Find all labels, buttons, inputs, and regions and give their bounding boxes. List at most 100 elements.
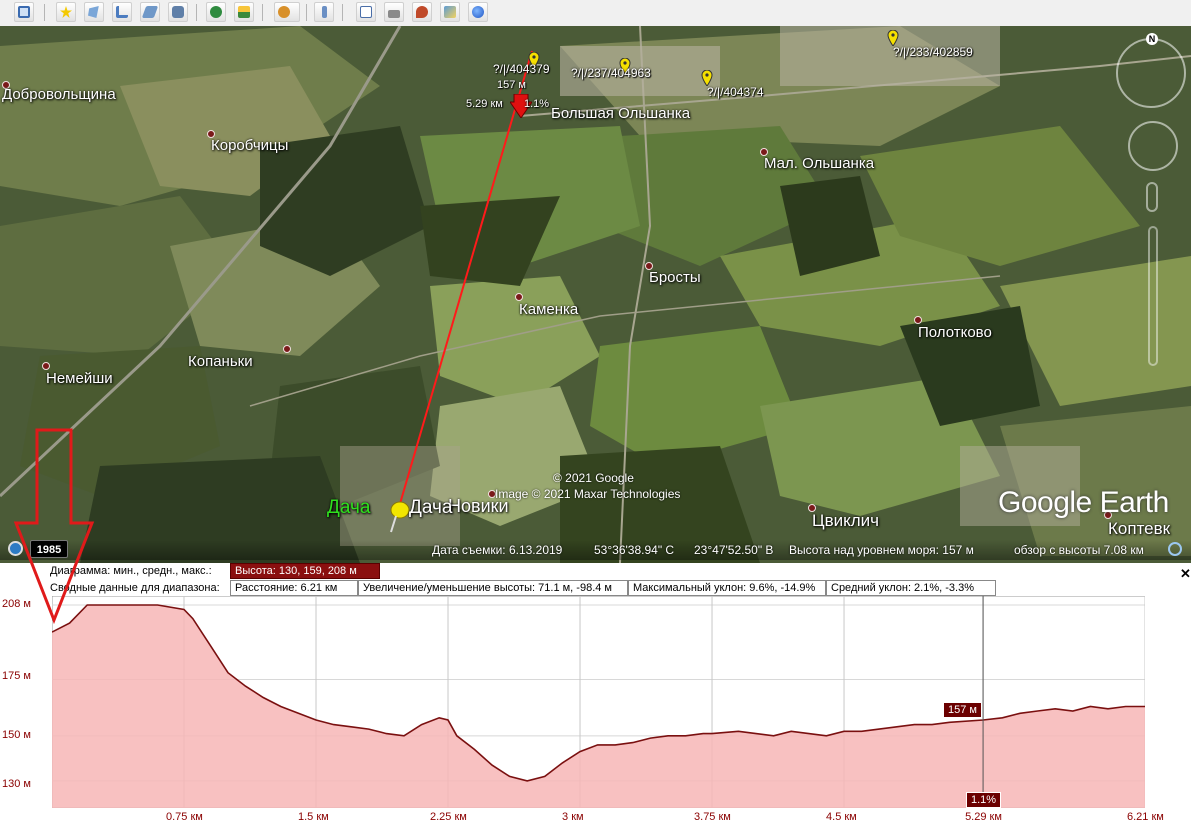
place-label-brosty[interactable]: Бросты [649, 269, 701, 286]
sunlight-button[interactable] [234, 2, 254, 22]
x-tick-label: 3 км [562, 811, 584, 823]
copyright-imagery: Image © 2021 Maxar Technologies [495, 487, 681, 501]
move-joystick[interactable] [1128, 121, 1178, 171]
ruler-icon [322, 6, 327, 18]
place-label-kamenka[interactable]: Каменка [519, 301, 578, 318]
pin-label[interactable]: ?/|/404374 [707, 85, 764, 99]
polygon-icon [88, 6, 99, 18]
latitude: 53°36'38.94" С [594, 543, 675, 557]
place-label-korobchitsy[interactable]: Коробчицы [211, 137, 288, 154]
street-view-pegman-icon[interactable] [1146, 182, 1158, 212]
x-tick-label: 6.21 км [1127, 811, 1164, 823]
pin-label[interactable]: ?/|/237/404963 [571, 66, 651, 80]
y-tick-label: 208 м [2, 598, 31, 610]
pin-label[interactable]: ?/|/233/402859 [893, 45, 973, 59]
altitude: Высота над уровнем моря: 157 м [789, 543, 974, 557]
x-tick-label: 0.75 км [166, 811, 203, 823]
view-in-maps-button[interactable] [412, 2, 432, 22]
record-tour-button[interactable] [168, 2, 188, 22]
place-dot[interactable] [283, 345, 291, 353]
eye-altitude: обзор с высоты 7.08 км [1014, 543, 1144, 557]
y-tick-label: 130 м [2, 778, 31, 790]
dacha-label[interactable]: Дача [409, 497, 452, 519]
max-slope-stat[interactable]: Максимальный уклон: 9.6%, -14.9% [628, 580, 826, 596]
dacha-label-green[interactable]: Дача [327, 497, 370, 519]
map-viewport[interactable]: Добровольщина Коробчицы Большая Ольшанка… [0, 26, 1191, 563]
print-button[interactable] [384, 2, 404, 22]
globe-icon [472, 6, 484, 18]
place-label-koptevka[interactable]: Коптевк [1108, 519, 1170, 539]
toolbar-divider [44, 4, 45, 21]
add-polygon-button[interactable] [84, 2, 104, 22]
place-label-dobrovolshchina[interactable]: Добровольщина [2, 86, 116, 103]
historical-clock-icon[interactable] [8, 541, 23, 556]
place-label-nemeishi[interactable]: Немейши [46, 370, 113, 387]
image-icon [444, 6, 456, 18]
look-joystick[interactable] [1116, 38, 1186, 108]
add-path-button[interactable] [112, 2, 132, 22]
sun-icon [238, 6, 250, 18]
place-dot[interactable] [42, 362, 50, 370]
place-label-kopanki[interactable]: Копаньки [188, 353, 253, 370]
imagery-date: Дата съемки: 6.13.2019 [432, 543, 563, 557]
printer-icon [388, 10, 400, 18]
cursor-value-tag: 157 м [943, 702, 982, 718]
image-overlay-icon [141, 6, 159, 18]
y-tick-label: 150 м [2, 729, 31, 741]
place-dot[interactable] [515, 293, 523, 301]
cursor-distance-label: 5.29 км [466, 98, 503, 110]
clock-icon [210, 6, 222, 18]
planet-icon [278, 6, 290, 18]
email-button[interactable] [356, 2, 376, 22]
toolbar-divider [262, 4, 263, 21]
copyright-google: © 2021 Google [553, 471, 634, 485]
profile-row-2: Сводные данные для диапазона: Расстояние… [0, 580, 1191, 596]
toolbar [0, 0, 1191, 27]
diagram-label: Диаграмма: мин., средн., макс.: [50, 565, 212, 577]
place-label-mal-olshanka[interactable]: Мал. Ольшанка [764, 155, 874, 172]
add-placemark-button[interactable] [56, 2, 76, 22]
add-image-overlay-button[interactable] [140, 2, 160, 22]
yellow-pin-icon[interactable] [701, 70, 713, 86]
y-tick-label: 175 м [2, 670, 31, 682]
north-indicator[interactable]: N [1146, 33, 1158, 45]
switch-planet-button[interactable] [274, 2, 300, 22]
elevation-stat-box[interactable]: Высота: 130, 159, 208 м [230, 563, 380, 579]
profile-row-1: Диаграмма: мин., средн., макс.: Высота: … [0, 563, 1191, 579]
ruler-button[interactable] [314, 2, 334, 22]
earth-gallery-button[interactable] [468, 2, 488, 22]
historical-imagery-button[interactable] [206, 2, 226, 22]
map-pin-icon [416, 6, 428, 18]
imagery-year-badge[interactable]: 1985 [30, 540, 68, 558]
envelope-icon [360, 6, 372, 18]
distance-stat[interactable]: Расстояние: 6.21 км [230, 580, 358, 596]
toolbar-divider [196, 4, 197, 21]
toolbar-divider [306, 4, 307, 21]
cursor-elevation-label: 157 м [497, 79, 526, 91]
pushpin-icon[interactable] [386, 500, 410, 534]
x-tick-label: 2.25 км [430, 811, 467, 823]
placemark-icon [60, 6, 72, 18]
range-summary-label: Сводные данные для диапазона: [50, 582, 220, 594]
place-dot[interactable] [914, 316, 922, 324]
yellow-pin-icon[interactable] [887, 30, 899, 46]
loading-indicator-icon [1168, 542, 1182, 556]
zoom-slider[interactable] [1148, 226, 1158, 366]
longitude: 23°47'52.50" В [694, 543, 774, 557]
x-tick-label: 5.29 км [965, 811, 1002, 823]
place-label-bolshaya-olshanka[interactable]: Большая Ольшанка [551, 105, 690, 122]
place-label-tsviklichi[interactable]: Цвиклич [812, 511, 879, 531]
toolbar-divider [342, 4, 343, 21]
gain-loss-stat[interactable]: Увеличение/уменьшение высоты: 71.1 м, -9… [358, 580, 628, 596]
pin-label[interactable]: ?/|/404379 [493, 62, 550, 76]
x-tick-label: 3.75 км [694, 811, 731, 823]
google-earth-logo: Google Earth [998, 486, 1169, 519]
sidebar-toggle-button[interactable] [14, 2, 34, 22]
avg-slope-stat[interactable]: Средний уклон: 2.1%, -3.3% [826, 580, 996, 596]
x-tick-label: 1.5 км [298, 811, 329, 823]
x-tick-label: 4.5 км [826, 811, 857, 823]
save-image-button[interactable] [440, 2, 460, 22]
cursor-slope-label: 1.1% [524, 98, 550, 110]
place-label-polotkovo[interactable]: Полотково [918, 324, 992, 341]
sidebar-icon [18, 6, 30, 18]
